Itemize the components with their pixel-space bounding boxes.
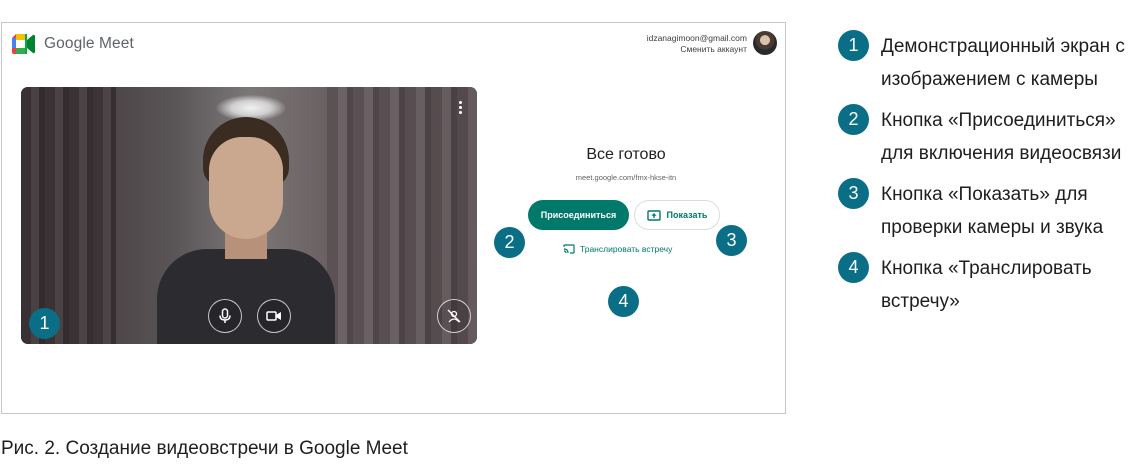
camera-icon — [266, 311, 281, 321]
cast-icon — [563, 244, 575, 254]
legend-text: Кнопка «Транслировать встречу» — [881, 258, 1092, 312]
person-torso — [157, 249, 335, 344]
account-info: idzanagimoon@gmail.com Сменить аккаунт — [647, 33, 747, 55]
microphone-icon — [219, 308, 231, 323]
meeting-url: meet.google.com/fmx-hkse-itn — [575, 173, 677, 182]
avatar[interactable] — [753, 31, 777, 55]
person-face — [209, 137, 283, 239]
camera-person — [157, 117, 335, 344]
legend-item: 4 Кнопка «Транслировать встречу» — [837, 252, 1137, 318]
present-label: Показать — [666, 210, 708, 220]
legend: 1 Демонстрационный экран с изображением … — [837, 30, 1137, 326]
callout-badge-4: 4 — [608, 286, 639, 317]
curtain-left — [21, 87, 116, 344]
meet-logo-icon — [12, 34, 35, 54]
google-meet-logo[interactable]: Google Meet — [12, 34, 134, 54]
legend-badge: 2 — [838, 104, 869, 135]
cast-meeting-link[interactable]: Транслировать встречу — [563, 244, 672, 254]
ready-title: Все готово — [586, 146, 666, 163]
legend-text: Демонстрационный экран с изображением с … — [881, 36, 1125, 90]
camera-preview — [21, 87, 477, 344]
figure-caption: Рис. 2. Создание видеовстречи в Google M… — [1, 438, 408, 459]
legend-item: 2 Кнопка «Присоединиться» для включения … — [837, 104, 1137, 170]
visual-effects-icon — [447, 309, 461, 323]
legend-text: Кнопка «Присоединиться» для включения ви… — [881, 110, 1122, 164]
microphone-button[interactable] — [208, 299, 242, 333]
legend-badge: 1 — [838, 30, 869, 61]
callout-badge-3: 3 — [716, 225, 747, 256]
legend-item: 1 Демонстрационный экран с изображением … — [837, 30, 1137, 96]
app-name: Google Meet — [44, 35, 134, 52]
visual-effects-button[interactable] — [437, 299, 471, 333]
legend-text: Кнопка «Показать» для проверки камеры и … — [881, 184, 1104, 238]
legend-badge: 4 — [838, 252, 869, 283]
camera-button[interactable] — [257, 299, 291, 333]
callout-badge-2: 2 — [494, 227, 525, 258]
callout-badge-1: 1 — [29, 308, 60, 339]
present-button[interactable]: Показать — [634, 200, 720, 230]
legend-badge: 3 — [838, 178, 869, 209]
more-vert-icon[interactable] — [459, 101, 462, 114]
cast-label: Транслировать встречу — [580, 244, 673, 254]
switch-account-link[interactable]: Сменить аккаунт — [647, 44, 747, 55]
legend-item: 3 Кнопка «Показать» для проверки камеры … — [837, 178, 1137, 244]
present-screen-icon — [646, 209, 661, 221]
account-email: idzanagimoon@gmail.com — [646, 33, 747, 43]
join-button[interactable]: Присоединиться — [528, 200, 629, 230]
